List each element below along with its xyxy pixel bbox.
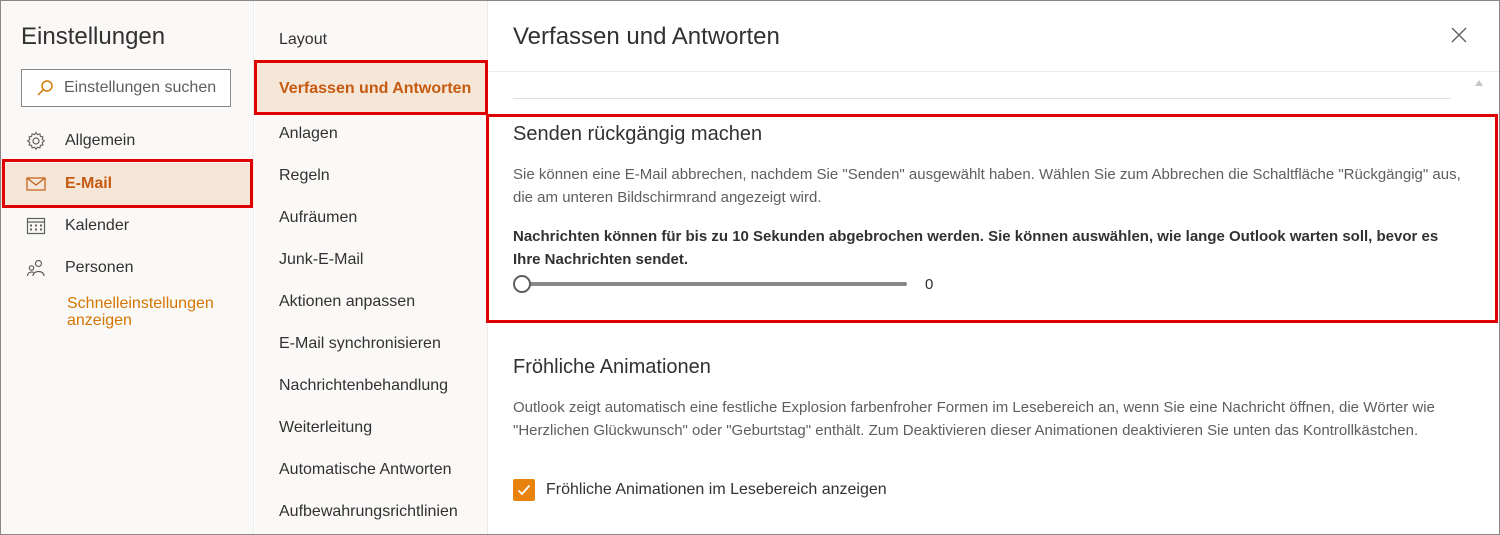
- animations-checkbox-label[interactable]: Fröhliche Animationen im Lesebereich anz…: [546, 481, 887, 499]
- sidebar-item-label: Personen: [65, 259, 134, 276]
- section-divider: [513, 98, 1451, 99]
- sidebar-item-label: Allgemein: [65, 132, 136, 149]
- slider-thumb[interactable]: [513, 275, 531, 293]
- search-input[interactable]: [64, 79, 224, 97]
- settings-sidebar: Einstellungen Allgemein E-Mail: [1, 1, 254, 534]
- slider-value: 0: [925, 276, 934, 293]
- submenu-item-weiterleitung[interactable]: Weiterleitung: [255, 409, 488, 447]
- slider-track: [521, 282, 907, 286]
- settings-content-pane: Verfassen und Antworten Senden rückgängi…: [489, 1, 1499, 534]
- undo-send-slider[interactable]: [513, 275, 907, 293]
- submenu-item-aufbewahrungsrichtlinien[interactable]: Aufbewahrungsrichtlinien: [255, 493, 488, 531]
- sidebar-item-label: Kalender: [65, 217, 130, 234]
- close-button[interactable]: [1447, 23, 1471, 47]
- sidebar-item-personen[interactable]: Personen: [1, 247, 254, 289]
- settings-search-box[interactable]: [21, 69, 231, 107]
- submenu-item-automatische-antworten[interactable]: Automatische Antworten: [255, 451, 488, 489]
- sidebar-item-allgemein[interactable]: Allgemein: [1, 120, 254, 162]
- calendar-icon: [25, 215, 47, 237]
- checkmark-icon: [517, 484, 531, 496]
- submenu-item-layout[interactable]: Layout: [255, 21, 488, 59]
- submenu-item-nachrichtenbehandlung[interactable]: Nachrichtenbehandlung: [255, 367, 488, 405]
- submenu-item-email-synchronisieren[interactable]: E-Mail synchronisieren: [255, 325, 488, 363]
- undo-send-heading: Senden rückgängig machen: [513, 123, 763, 145]
- settings-title: Einstellungen: [21, 23, 166, 50]
- scroll-up-arrow-icon: [1475, 80, 1483, 86]
- header-divider: [489, 71, 1499, 72]
- page-title: Verfassen und Antworten: [513, 23, 780, 50]
- email-settings-submenu: Layout Verfassen und Antworten Anlagen R…: [255, 1, 488, 534]
- mail-icon: [25, 173, 47, 195]
- people-icon: [25, 257, 47, 279]
- submenu-item-anlagen[interactable]: Anlagen: [255, 115, 488, 153]
- animations-heading: Fröhliche Animationen: [513, 356, 711, 378]
- submenu-item-aktionen-anpassen[interactable]: Aktionen anpassen: [255, 283, 488, 321]
- sidebar-item-kalender[interactable]: Kalender: [1, 205, 254, 247]
- undo-send-note: Nachrichten können für bis zu 10 Sekunde…: [513, 228, 1439, 268]
- animations-description: Outlook zeigt automatisch eine festliche…: [513, 399, 1435, 439]
- search-icon: [37, 80, 53, 96]
- close-icon: [1451, 27, 1467, 43]
- sidebar-item-email[interactable]: E-Mail: [1, 163, 254, 205]
- submenu-item-junk-email[interactable]: Junk-E-Mail: [255, 241, 488, 279]
- undo-send-description: Sie können eine E-Mail abbrechen, nachde…: [513, 166, 1461, 206]
- sidebar-item-label: E-Mail: [65, 175, 113, 192]
- quick-settings-link[interactable]: Schnelleinstellungen anzeigen: [67, 295, 237, 329]
- scroll-up-button[interactable]: [1473, 77, 1485, 89]
- submenu-item-verfassen-und-antworten[interactable]: Verfassen und Antworten: [255, 62, 488, 114]
- submenu-item-regeln[interactable]: Regeln: [255, 157, 488, 195]
- animations-checkbox[interactable]: [513, 479, 535, 501]
- gear-icon: [25, 130, 47, 152]
- submenu-item-aufraeumen[interactable]: Aufräumen: [255, 199, 488, 237]
